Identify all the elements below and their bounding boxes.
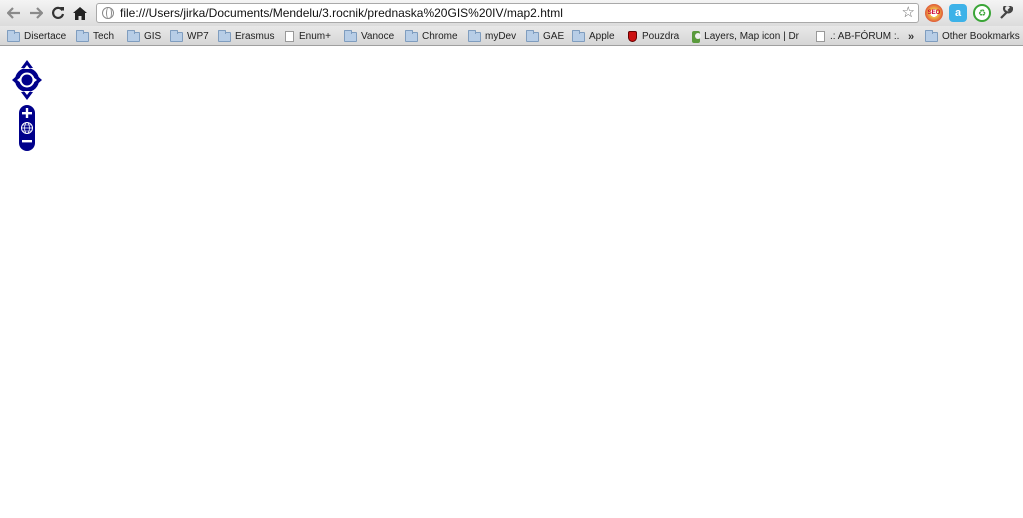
bookmark-label: Chrome bbox=[422, 31, 458, 42]
address-bar[interactable]: file:///Users/jirka/Documents/Mendelu/3.… bbox=[96, 3, 919, 23]
folder-icon bbox=[127, 29, 140, 42]
bookmark-label: Pouzdra bbox=[642, 31, 680, 42]
a-extension-icon[interactable]: a bbox=[949, 4, 967, 22]
bookmark-layers-map-icon[interactable]: Layers, Map icon | Dr bbox=[692, 29, 799, 44]
more-bookmarks-chevron-icon[interactable]: » bbox=[908, 29, 914, 44]
extensions-area: SEO a ♻ bbox=[925, 4, 1015, 22]
bookmark-apple[interactable]: Apple bbox=[572, 29, 615, 44]
bookmark-disertace[interactable]: Disertace bbox=[7, 29, 66, 44]
browser-toolbar: file:///Users/jirka/Documents/Mendelu/3.… bbox=[0, 0, 1023, 26]
seo-extension-icon[interactable]: SEO bbox=[925, 4, 943, 22]
gis-icon bbox=[692, 30, 702, 43]
folder-icon bbox=[170, 29, 183, 42]
folder-icon bbox=[344, 29, 357, 42]
bookmark-ab-forum[interactable]: .: AB-FÓRUM :. bbox=[816, 29, 899, 44]
bookmark-pouzdra[interactable]: Pouzdra bbox=[628, 29, 679, 44]
folder-icon bbox=[218, 29, 231, 42]
folder-icon bbox=[572, 29, 585, 42]
bookmark-gae[interactable]: GAE bbox=[526, 29, 564, 44]
bookmark-label: Tech bbox=[93, 31, 115, 42]
zoom-control bbox=[19, 105, 35, 151]
bookmark-wp7[interactable]: WP7 bbox=[170, 29, 209, 44]
bookmark-label: Erasmus bbox=[235, 31, 275, 42]
green-extension-icon[interactable]: ♻ bbox=[973, 4, 991, 22]
bookmark-label: GAE bbox=[543, 31, 565, 42]
folder-icon bbox=[76, 29, 89, 42]
bookmark-label: Vanoce bbox=[361, 31, 395, 42]
bookmark-label: WP7 bbox=[187, 31, 209, 42]
page-info-icon[interactable] bbox=[102, 7, 114, 19]
bookmark-label: Apple bbox=[589, 31, 615, 42]
page-icon bbox=[285, 31, 294, 42]
bookmark-label: Enum+ bbox=[299, 31, 331, 42]
bookmark-label: .: AB-FÓRUM :. bbox=[830, 31, 900, 42]
bookmark-label: myDev bbox=[485, 31, 517, 42]
bookmark-label: Other Bookmarks bbox=[942, 31, 1020, 42]
back-button[interactable] bbox=[3, 2, 25, 24]
folder-icon bbox=[925, 29, 938, 42]
bookmark-label: Disertace bbox=[24, 31, 67, 42]
bookmarks-bar: Disertace Tech GIS WP7 Erasmus Enum+ Van… bbox=[0, 26, 1023, 46]
pan-control bbox=[11, 59, 43, 101]
bookmark-mydev[interactable]: myDev bbox=[468, 29, 516, 44]
wrench-menu-icon[interactable] bbox=[997, 4, 1015, 22]
bookmark-enum[interactable]: Enum+ bbox=[285, 29, 331, 44]
folder-icon bbox=[7, 29, 20, 42]
folder-icon bbox=[468, 29, 481, 42]
folder-icon bbox=[526, 29, 539, 42]
forward-button[interactable] bbox=[25, 2, 47, 24]
folder-icon bbox=[405, 29, 418, 42]
page-icon bbox=[816, 31, 825, 42]
bookmark-label: GIS bbox=[144, 31, 162, 42]
arrow-left-icon bbox=[7, 7, 20, 19]
zoom-out-button[interactable] bbox=[22, 140, 32, 143]
bookmark-star-icon[interactable]: ☆ bbox=[902, 4, 915, 22]
bookmark-chrome[interactable]: Chrome bbox=[405, 29, 458, 44]
arrow-right-icon bbox=[30, 7, 43, 19]
bookmark-vanoce[interactable]: Vanoce bbox=[344, 29, 394, 44]
bookmark-label: Layers, Map icon | Dr bbox=[704, 31, 799, 42]
home-icon bbox=[73, 6, 87, 20]
bookmark-tech[interactable]: Tech bbox=[76, 29, 114, 44]
map-viewport[interactable] bbox=[0, 47, 1023, 518]
bookmark-erasmus[interactable]: Erasmus bbox=[218, 29, 274, 44]
url-text[interactable]: file:///Users/jirka/Documents/Mendelu/3.… bbox=[120, 6, 563, 20]
reload-icon bbox=[52, 6, 65, 19]
home-button[interactable] bbox=[69, 2, 91, 24]
bookmark-gis[interactable]: GIS bbox=[127, 29, 161, 44]
reload-button[interactable] bbox=[47, 2, 69, 24]
other-bookmarks-button[interactable]: Other Bookmarks bbox=[925, 29, 1020, 44]
shield-icon bbox=[628, 31, 637, 42]
